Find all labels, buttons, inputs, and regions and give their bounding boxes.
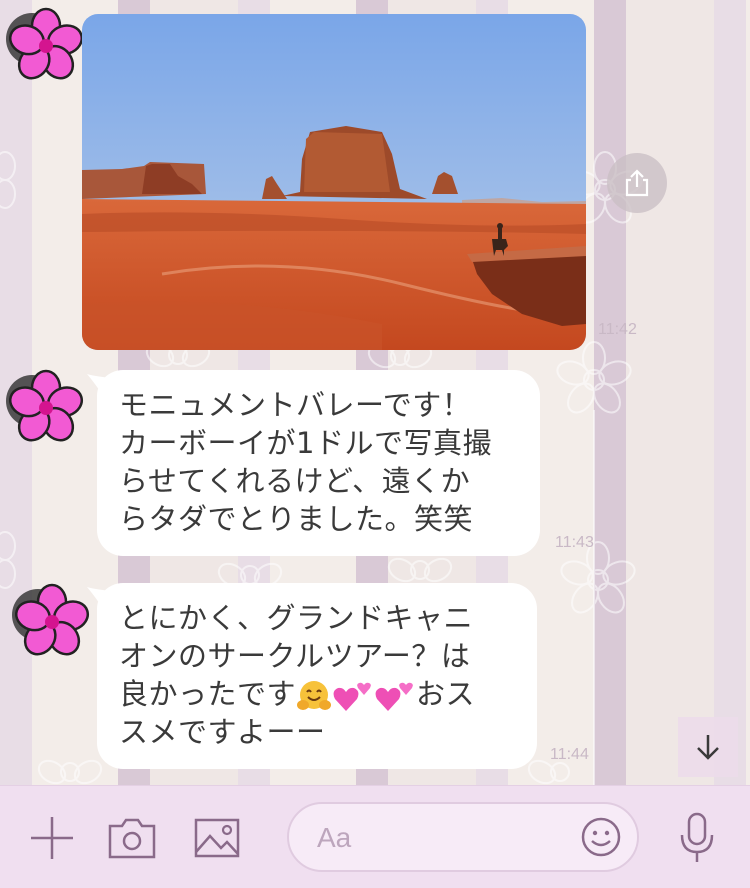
plus-icon	[31, 817, 73, 859]
message-bubble[interactable]: とにかく、グランドキャニ オンのサークルツアー？は 良かったです おス スメです…	[87, 583, 537, 769]
microphone-icon	[680, 812, 714, 862]
message-input-container[interactable]	[287, 802, 639, 872]
arrow-down-icon	[697, 735, 719, 760]
message-time: 11:44	[550, 746, 589, 763]
message-line: とにかく、グランドキャニ	[119, 601, 474, 635]
camera-button[interactable]	[106, 814, 158, 862]
scroll-to-bottom-button[interactable]	[678, 717, 738, 777]
share-icon	[625, 169, 649, 197]
message-line: オンのサークルツアー？は	[119, 639, 471, 673]
message-input[interactable]	[315, 817, 569, 859]
smiley-icon	[581, 817, 621, 857]
message-line-with-emoji: 良かったです おス	[119, 675, 519, 713]
message-photo[interactable]	[82, 14, 586, 350]
message-time: 11:43	[555, 534, 594, 551]
add-button[interactable]	[28, 814, 76, 862]
chat-area[interactable]: 11:42 モニュメントバレーです！ カーボーイが1ドルで写真撮 らせてくれるけ…	[0, 0, 750, 785]
image-icon	[194, 818, 240, 858]
message-text: 良かったです	[119, 677, 297, 711]
gallery-button[interactable]	[192, 814, 242, 862]
message-line: らせてくれるけど、遠くか	[119, 464, 471, 498]
emoji-button[interactable]	[579, 815, 623, 859]
message-time: 11:42	[598, 321, 637, 338]
message-line: カーボーイが1ドルで写真撮	[119, 426, 492, 460]
two-hearts-emoji-icon	[375, 682, 413, 711]
two-hearts-emoji-icon	[333, 682, 371, 711]
monument-valley-photo	[82, 14, 586, 350]
bubble-tail	[87, 374, 111, 396]
message-bubble[interactable]: モニュメントバレーです！ カーボーイが1ドルで写真撮 らせてくれるけど、遠くか …	[87, 370, 540, 556]
share-button[interactable]	[607, 153, 667, 213]
message-text: おス	[416, 677, 476, 711]
hugging-face-emoji-icon	[297, 681, 332, 710]
bubble-tail	[87, 587, 111, 609]
message-line: モニュメントバレーです！	[119, 388, 472, 422]
camera-icon	[108, 818, 156, 859]
message-line: らタダでとりました。笑笑	[119, 502, 474, 536]
avatar-flower-icon[interactable]	[8, 580, 90, 662]
message-input-bar	[0, 785, 750, 888]
avatar-flower-icon[interactable]	[2, 366, 84, 448]
voice-message-button[interactable]	[674, 810, 720, 866]
message-line: スメですよーー	[119, 715, 326, 749]
avatar-flower-icon[interactable]	[2, 4, 84, 86]
